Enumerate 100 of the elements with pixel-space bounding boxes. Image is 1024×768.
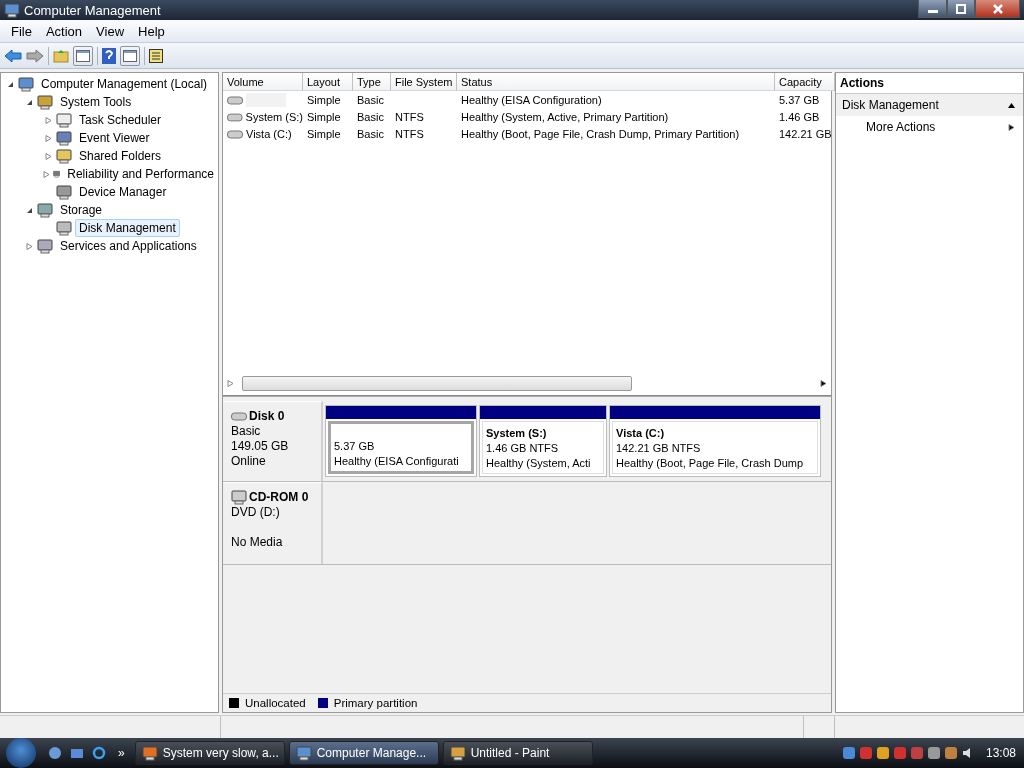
tree-item[interactable]: Reliability and Performance [63,165,218,183]
tray-icon[interactable] [841,746,856,760]
column-header[interactable]: Capacity [775,73,835,91]
disk-detail: Online [231,454,266,468]
tree-item[interactable]: Computer Management (Local) [37,75,212,93]
show-hide-action-pane-button[interactable] [120,45,140,66]
partition-status: Healthy (System, Acti [486,456,591,471]
table-cell: Simple [307,110,341,123]
tray-icon[interactable] [858,746,873,760]
scroll-left-icon [227,379,234,387]
column-header[interactable]: Type [353,73,391,91]
table-cell: 1.46 GB [779,110,820,123]
taskbar-button[interactable]: System very slow, a... [134,741,285,765]
tray-icon[interactable] [926,746,941,760]
properties-icon[interactable] [149,48,163,63]
drive-icon [227,94,243,105]
back-icon[interactable] [4,48,22,63]
tree-item[interactable]: Disk Management [75,219,180,237]
help-icon[interactable] [102,47,116,64]
table-cell: 5.37 GB [779,93,820,106]
window-title: Computer Management [24,2,162,18]
tray-icon[interactable] [909,746,924,760]
legend-label: Unallocated [245,697,306,709]
table-cell: Basic [357,93,384,106]
table-cell: Healthy (EISA Configuration) [461,93,602,106]
table-cell: Simple [307,93,341,106]
table-cell: Simple [307,127,341,140]
close-icon [992,3,1003,14]
horizontal-scrollbar[interactable] [227,375,827,391]
computer-icon [4,2,20,18]
column-header[interactable]: Volume [223,73,303,91]
scroll-thumb[interactable] [242,375,632,391]
partition-size: 142.21 GB NTFS [616,441,701,456]
close-button[interactable] [975,0,1020,18]
expander-icon[interactable] [25,98,33,106]
partition-size: 1.46 GB NTFS [486,441,559,456]
menu-item[interactable]: Action [38,21,90,41]
taskbar-button[interactable]: Computer Manage... [288,741,439,765]
tree-item[interactable]: Event Viewer [75,129,154,147]
restore-button[interactable] [947,0,975,18]
tree-item[interactable]: System Tools [56,93,136,111]
disk-info-panel[interactable]: Disk 0 Basic 149.05 GB Online [223,401,323,481]
disk-info-panel[interactable]: CD-ROM 0 DVD (D:) No Media [223,482,323,564]
tree-item[interactable]: Storage [56,201,107,219]
tree-item[interactable]: Task Scheduler [75,111,166,129]
table-cell: 142.21 GB [779,127,832,140]
menu-item[interactable]: Help [131,21,172,41]
disk-detail: 149.05 GB [231,439,289,453]
table-cell: Healthy (System, Active, Primary Partition) [461,110,669,123]
taskbar-button[interactable]: Untitled - Paint [442,741,593,765]
drive-icon [227,128,243,139]
pane-icon [76,49,90,62]
legend-label: Primary partition [333,697,418,709]
computer-icon [18,76,34,92]
more-button[interactable]: » [118,746,125,760]
actions-section-header[interactable]: Disk Management [836,94,1023,116]
disk-name: CD-ROM 0 [249,490,309,504]
partition-name: Vista (C:) [616,426,665,441]
show-hide-tree-button[interactable] [73,45,93,66]
expander-icon[interactable] [25,206,33,214]
column-header[interactable]: File System [391,73,457,91]
partition-status: Healthy (Boot, Page File, Crash Dump [616,456,804,471]
tray-icon[interactable] [943,746,958,760]
table-cell: Vista (C:) [246,127,292,140]
collapse-icon [1008,101,1015,109]
table-cell: Healthy (Boot, Page File, Crash Dump, Primary Partition) [461,127,740,140]
table-cell: System (S:) [245,110,303,123]
table-cell: NTFS [395,110,424,123]
partition-block[interactable]: Vista (C:) 142.21 GB NTFS Healthy (Boot, Page File, Crash Dump [609,405,821,477]
table-cell: Basic [357,110,384,123]
disk-detail: DVD (D:) [231,505,280,519]
partition-block[interactable]: 5.37 GB Healthy (EISA Configurati [325,405,477,477]
tray-icon[interactable] [892,746,907,760]
tray-icon[interactable] [875,746,890,760]
menu-item[interactable]: View [89,21,132,41]
forward-icon[interactable] [26,48,44,63]
action-item[interactable]: More Actions [836,116,1023,138]
clock[interactable]: 13:08 [985,746,1016,760]
disk-detail: Basic [231,424,261,438]
minimize-button[interactable] [918,0,947,18]
desktop-icon[interactable] [46,744,64,762]
partition-block[interactable]: System (S:) 1.46 GB NTFS Healthy (System, Acti [479,405,607,477]
expander-icon[interactable] [6,80,14,88]
up-folder-icon[interactable] [53,48,69,63]
submenu-arrow-icon [1008,123,1015,131]
column-header[interactable]: Status [457,73,775,91]
partition-status: Healthy (EISA Configurati [334,454,459,469]
table-cell: NTFS [395,127,424,140]
partition-size: 5.37 GB [334,439,375,454]
start-button[interactable] [6,738,36,768]
tree-item[interactable]: Device Manager [75,183,171,201]
pane-icon [123,49,137,62]
menu-item[interactable]: File [4,21,39,41]
blank-label [246,92,286,107]
scroll-right-icon [820,379,827,387]
column-header[interactable]: Layout [303,73,353,91]
computer-icon [295,745,312,761]
tree-item[interactable]: Services and Applications [56,237,201,255]
tree-item[interactable]: Shared Folders [75,147,166,165]
table-cell: Basic [357,127,384,140]
